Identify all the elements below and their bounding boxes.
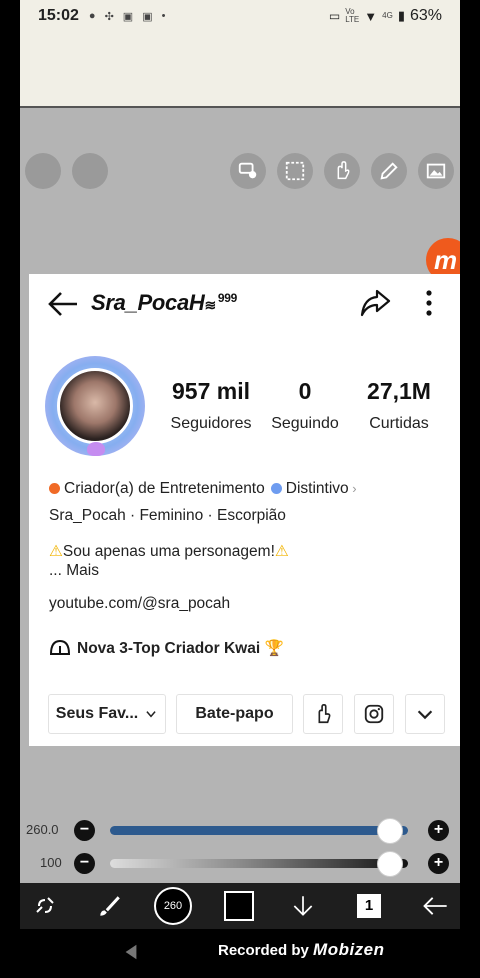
download-button[interactable] [286,889,320,923]
color-swatch [224,891,254,921]
distinction-link[interactable]: Distintivo [286,480,349,497]
color-button[interactable] [222,889,256,923]
select-tool-button[interactable] [277,153,313,189]
profile-details: Sra_Pocah · Feminino · Escorpião [49,507,286,524]
category-line: Criador(a) de Entretenimento Distintivo › [49,480,357,498]
chat-icon: ● [88,10,96,22]
avatar-gem-icon [87,442,105,456]
hand-icon [337,161,350,180]
bio-text: ⚠Sou apenas uma personagem!⚠ [49,543,289,560]
opacity-track[interactable] [110,859,408,868]
brush-tool-button[interactable] [92,889,126,923]
pencil-icon [380,162,398,180]
arrow-down-icon [293,896,313,916]
signal-4g-icon: 4G [382,11,393,20]
increase-size-button[interactable]: + [428,820,449,841]
app-icon-2: ▣ [122,10,134,23]
transform-icon [238,162,257,179]
transform-tool-button[interactable] [230,153,266,189]
nav-back-icon[interactable] [122,943,140,961]
wifi-icon: ▼ [364,8,378,24]
pen-tool-button[interactable] [371,153,407,189]
selection-icon [285,161,305,181]
profile-header: Sra_PocaH≋ 999 [29,286,460,322]
opacity-thumb[interactable] [377,851,404,877]
system-icons: ▭ Vo LTE ▼ 4G ▮ 63% [329,7,442,25]
recorder-watermark: Recorded by Mobizen [218,940,385,959]
stat-followers[interactable]: 957 mil Seguidores [165,378,257,433]
decrease-size-button[interactable]: − [74,820,95,841]
brush-size-button[interactable]: 260 [154,887,192,925]
chevron-down-icon [146,711,156,718]
brush-icon [100,896,120,916]
app-top-band [20,32,460,108]
category-label: Criador(a) de Entretenimento [64,480,265,497]
creator-badge-icon [49,483,60,494]
redo-button[interactable] [72,153,108,189]
increase-opacity-button[interactable]: + [428,853,449,874]
hand-pointer-icon [318,704,331,724]
battery-icon: ▮ [397,8,405,23]
bio-more-link[interactable]: ... Mais [49,562,99,580]
share-icon[interactable] [359,288,391,318]
distinction-icon [270,483,282,494]
profile-link[interactable]: youtube.com/@sra_pocah [49,595,230,613]
opacity-slider[interactable]: 100 − + [20,849,460,877]
opacity-value: 100 [40,855,62,870]
back-button[interactable] [418,889,452,923]
trophy-icon: 🏆 [264,640,284,657]
clock: 15:02 [38,7,79,24]
more-vertical-icon[interactable] [421,288,437,318]
warning-icon-2: ⚠ [274,543,289,560]
volte-icon: Vo LTE [345,7,360,24]
cast-icon: ▭ [328,9,341,23]
instagram-button[interactable] [354,694,394,734]
stat-following[interactable]: 0 Seguindo [265,378,345,433]
hand-tool-button[interactable] [324,153,360,189]
warning-icon: ⚠ [49,543,63,560]
arrow-left-icon [423,897,447,915]
app-icon-3: ▣ [142,10,153,23]
rank-badge-icon [49,639,71,655]
instagram-icon [364,704,384,724]
brush-size-slider[interactable]: 260.0 − + [20,816,460,844]
avatar[interactable] [43,354,147,458]
layer-count: 1 [357,894,381,918]
stat-likes[interactable]: 27,1M Curtidas [359,378,439,433]
favorites-button[interactable]: Seus Fav... [48,694,166,734]
profile-card: Sra_PocaH≋ 999 957 mil Seguidores 0 Segui… [29,274,460,746]
battery-percent: 63% [409,7,442,24]
gesture-button[interactable] [303,694,343,734]
avatar-photo [57,368,133,444]
profile-username: Sra_PocaH≋ 999 [91,290,238,315]
brush-size-value: 260.0 [26,822,59,837]
image-tool-button[interactable] [418,153,454,189]
notification-icons: ● ✣ ▣ ▣ • [89,10,166,23]
layers-button[interactable]: 1 [352,889,386,923]
chevron-down-icon [417,710,433,720]
more-dot-icon: • [161,10,166,22]
undo-button[interactable] [25,153,61,189]
swap-tools-icon [36,897,54,913]
size-track[interactable] [110,826,408,835]
expand-button[interactable] [405,694,445,734]
screen: 15:02 ● ✣ ▣ ▣ • ▭ Vo LTE ▼ 4G ▮ 63% m Sr… [20,0,460,978]
chat-button[interactable]: Bate-papo [176,694,293,734]
decrease-opacity-button[interactable]: − [74,853,95,874]
size-thumb[interactable] [377,818,404,844]
chevron-right-icon: › [348,481,357,496]
wifi-glyph-icon: ≋ [204,297,216,313]
back-arrow-icon[interactable] [47,290,79,318]
settings-tool-button[interactable] [28,889,62,923]
creator-rank-badge[interactable]: Nova 3-Top Criador Kwai 🏆 [49,638,284,658]
app-icon: ✣ [104,10,114,23]
status-bar: 15:02 ● ✣ ▣ ▣ • ▭ Vo LTE ▼ 4G ▮ 63% [20,0,460,32]
bottom-toolbar: 260 1 [20,883,460,929]
image-icon [426,163,446,179]
